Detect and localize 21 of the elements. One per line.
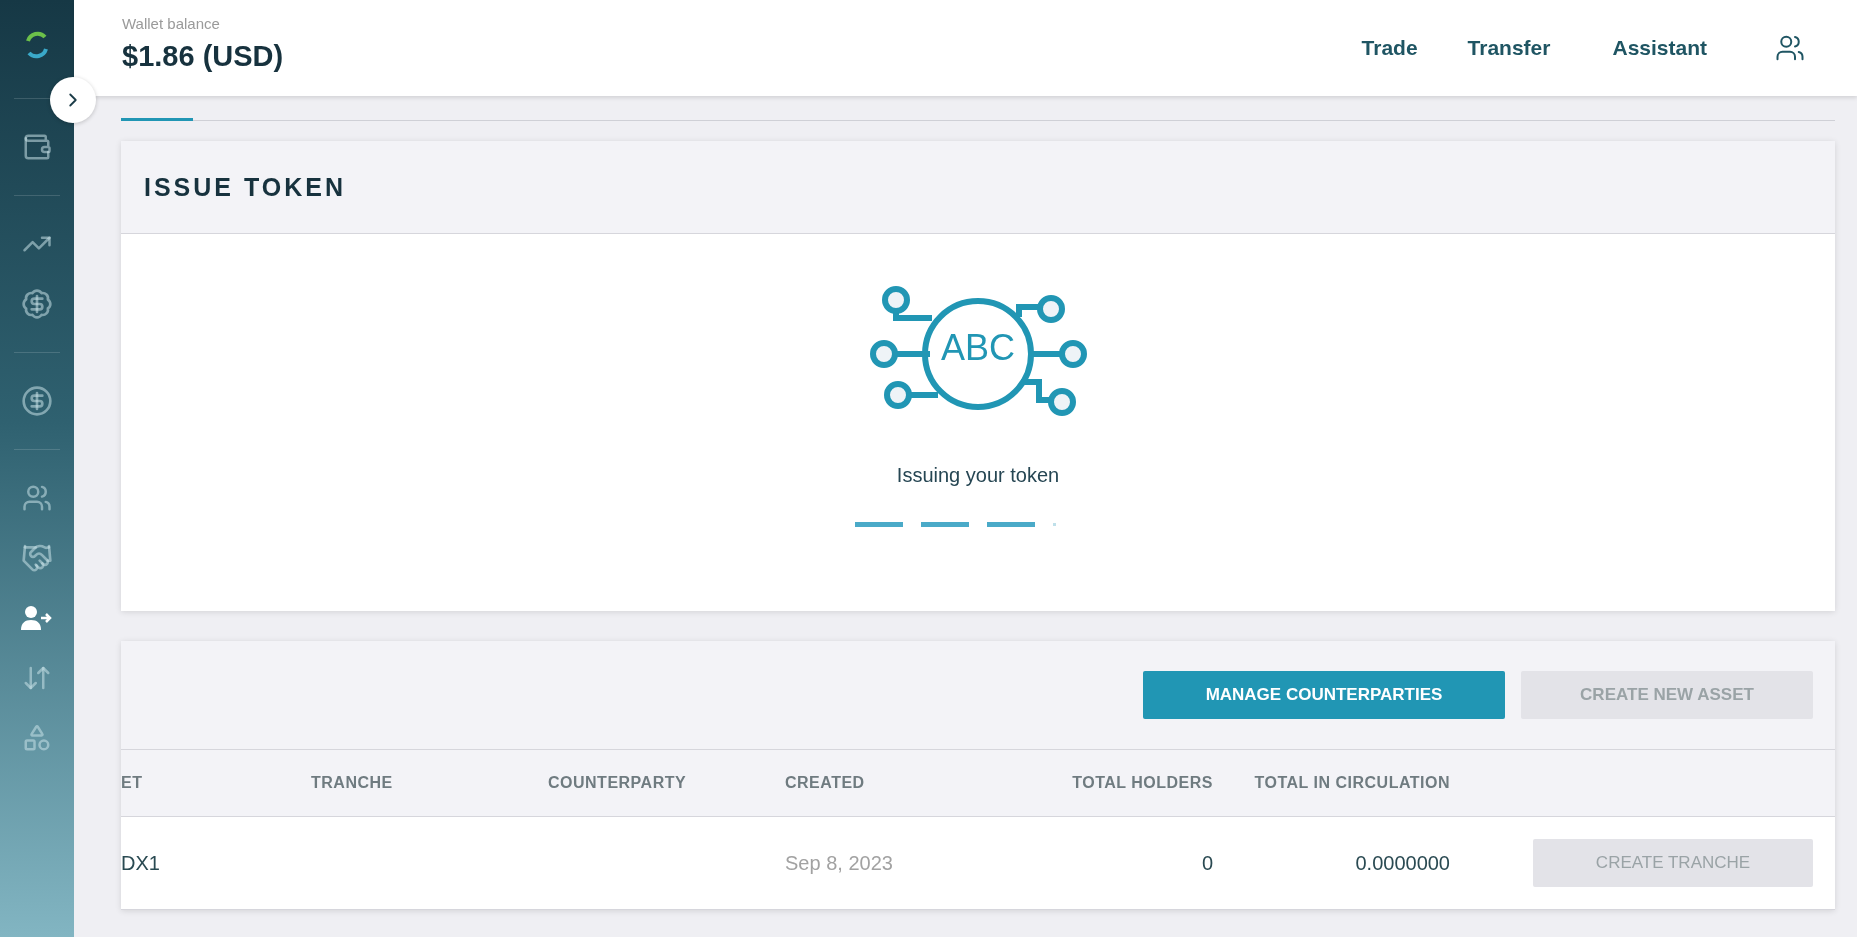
wallet-balance-value: $1.86 (USD) bbox=[122, 40, 284, 73]
nav-link[interactable]: Trade bbox=[1361, 36, 1418, 60]
table-cell-text: Sep 8, 2023 bbox=[785, 851, 894, 875]
wallet-balance-label: Wallet balance bbox=[122, 15, 221, 32]
column-header: TOTAL HOLDERS bbox=[1071, 774, 1213, 792]
column-header: ET bbox=[121, 774, 144, 792]
logo-icon bbox=[24, 30, 50, 60]
token-label: ABC bbox=[940, 326, 1016, 370]
table-cell-text: DX1 bbox=[121, 851, 161, 875]
users-icon[interactable] bbox=[1775, 33, 1805, 63]
column-header: TRANCHE bbox=[311, 774, 394, 792]
table-cell-text: 0.0000000 bbox=[1354, 851, 1450, 875]
nav-link[interactable]: Assistant bbox=[1612, 36, 1707, 60]
column-header: COUNTERPARTY bbox=[548, 774, 688, 792]
column-header: CREATED bbox=[785, 774, 866, 792]
status-message: Issuing your token bbox=[896, 464, 1060, 487]
nav-link[interactable]: Transfer bbox=[1467, 36, 1551, 60]
table-cell-text: 0 bbox=[1200, 851, 1213, 875]
column-header: TOTAL IN CIRCULATION bbox=[1253, 774, 1450, 792]
loading-dashes-icon bbox=[855, 522, 1056, 527]
card-title: ISSUE TOKEN bbox=[144, 172, 347, 202]
